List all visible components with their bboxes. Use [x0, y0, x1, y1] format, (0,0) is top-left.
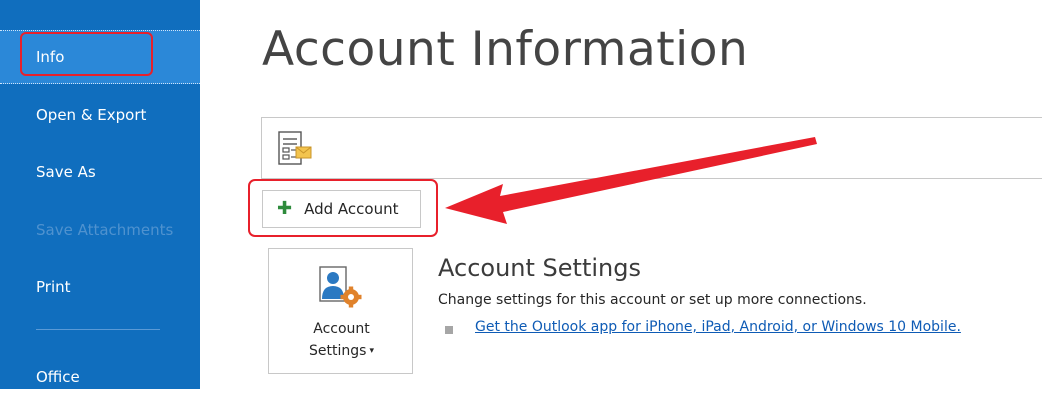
chevron-down-icon: ▾	[369, 346, 374, 356]
nav-separator	[36, 329, 160, 330]
nav-item-save-attachments: Save Attachments	[0, 203, 200, 257]
account-settings-label: Settings ▾	[309, 343, 374, 359]
nav-item-label: Info	[36, 48, 65, 66]
nav-item-label: Print	[36, 278, 71, 296]
plus-icon: ✚	[277, 198, 293, 219]
account-settings-icon	[319, 266, 362, 308]
nav-item-label: Open & Export	[36, 106, 147, 124]
page-title: Account Information	[262, 22, 749, 77]
account-settings-description: Change settings for this account or set …	[438, 292, 867, 308]
nav-item-label: Office	[36, 368, 80, 386]
account-selector-icon	[278, 131, 312, 165]
nav-item-office[interactable]: Office	[0, 350, 200, 404]
nav-item-label: Save As	[36, 163, 96, 181]
account-selector[interactable]	[261, 117, 1042, 179]
add-account-button[interactable]: ✚ Add Account	[262, 190, 421, 228]
nav-item-label: Save Attachments	[36, 221, 174, 239]
bullet-icon	[445, 326, 453, 334]
outlook-app-link[interactable]: Get the Outlook app for iPhone, iPad, An…	[475, 319, 961, 335]
account-settings-heading: Account Settings	[438, 254, 641, 282]
add-account-label: Add Account	[304, 200, 399, 218]
nav-item-open-export[interactable]: Open & Export	[0, 88, 200, 142]
nav-item-save-as[interactable]: Save As	[0, 145, 200, 199]
nav-item-print[interactable]: Print	[0, 260, 200, 314]
account-settings-button[interactable]: Account Settings ▾	[268, 248, 413, 374]
account-settings-label: Account	[313, 321, 370, 337]
backstage-sidebar: Info Open & Export Save As Save Attachme…	[0, 0, 200, 389]
nav-item-info[interactable]: Info	[0, 30, 200, 84]
